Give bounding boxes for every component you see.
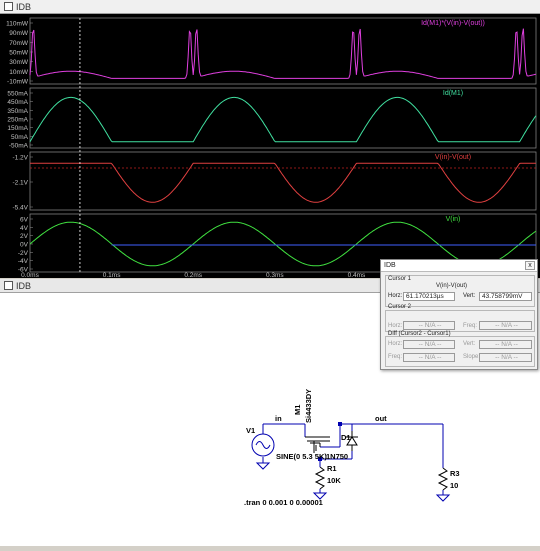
diff-freq-field: -- N/A -- (403, 353, 455, 362)
waveform-window-icon (4, 2, 13, 11)
cursor-window-titlebar[interactable]: IDB x (381, 260, 537, 272)
waveform-svg[interactable]: 110mW 90mW 70mW 50mW 30mW 10mW -10mW Id(M1)*(V(… (0, 14, 540, 279)
diff-vert-label: Vert: (463, 341, 476, 347)
net-label-in[interactable]: in (275, 414, 282, 423)
diff-slope-label: Slope: (463, 354, 481, 360)
diff-horz-label: Horz: (388, 341, 403, 347)
cursor1-group-label: Cursor 1 (388, 276, 412, 282)
waveform-title: IDB (16, 1, 32, 12)
y-tick-label: 50mA (11, 134, 29, 141)
ground-symbol-v1 (255, 462, 271, 470)
cursor1-horz-label: Horz: (388, 293, 403, 299)
cursor2-freq-label: Freq: (463, 323, 478, 329)
schematic-window-icon (4, 281, 13, 290)
trace-name-label: V(in)-V(out) (435, 154, 471, 161)
cursor2-horz-label: Horz: (388, 323, 403, 329)
waveform-titlebar[interactable]: IDB (0, 0, 540, 14)
y-tick-label: 550mA (7, 91, 28, 98)
v1-source-symbol[interactable] (251, 433, 275, 457)
tran-directive[interactable]: .tran 0 0.001 0 0.00001 (244, 498, 323, 507)
r3-resistor-symbol[interactable] (437, 467, 449, 491)
cursor-readout-window[interactable]: IDB x Cursor 1 V(in)-V(out) Horz: 61.170… (380, 259, 538, 370)
cursor2-group-label: Cursor 2 (388, 304, 412, 310)
cursor2-horz-field: -- N/A -- (403, 321, 455, 330)
y-tick-label: 70mW (9, 40, 29, 47)
x-tick-label: 0.3ms (266, 272, 284, 278)
y-tick-label: 450mA (7, 99, 28, 106)
net-label-out[interactable]: out (375, 414, 387, 423)
r1-value-label[interactable]: 10K (327, 476, 341, 485)
y-tick-label: -2.1V (12, 180, 28, 187)
r3-value-label[interactable]: 10 (450, 481, 458, 490)
trace-name-label: Id(M1) (443, 90, 463, 97)
m1-model-label[interactable]: Si4433DY (304, 389, 313, 423)
d1-model-label[interactable]: 1N750 (326, 452, 348, 461)
y-tick-label: 2V (20, 233, 29, 240)
ground-symbol-r3 (435, 494, 451, 502)
y-tick-label: -4V (18, 258, 29, 265)
y-tick-label: 10mW (9, 69, 29, 76)
y-tick-label: -2V (18, 250, 29, 257)
d1-label[interactable]: D1 (341, 433, 351, 442)
diff-slope-field: -- N/A -- (479, 353, 532, 362)
y-tick-label: -10mW (7, 79, 29, 86)
y-tick-label: 110mW (6, 21, 29, 28)
schematic-title: IDB (16, 280, 32, 291)
y-tick-label: -5.4V (12, 205, 28, 212)
diff-group-label: Diff (Cursor2 - Cursor1) (388, 331, 451, 337)
pane-frame (29, 17, 537, 85)
y-tick-label: -1.2V (12, 155, 28, 162)
y-tick-label: 30mW (9, 59, 29, 66)
y-tick-label: 50mW (9, 50, 29, 57)
m1-mosfet-symbol[interactable] (305, 436, 330, 453)
cursor1-vert-label: Vert: (463, 293, 476, 299)
y-tick-label: -50mA (9, 143, 29, 150)
trace-name-label: V(in) (446, 216, 461, 223)
trace-name-label: Id(M1)*(V(in)-V(out)) (421, 20, 485, 27)
waveform-plot-area[interactable]: 110mW 90mW 70mW 50mW 30mW 10mW -10mW Id(M1)*(V(… (0, 14, 540, 279)
r1-resistor-symbol[interactable] (314, 466, 326, 490)
x-tick-label: 0.4ms (348, 272, 366, 278)
y-tick-label: 0V (20, 242, 29, 249)
cursor1-trace-name: V(in)-V(out) (436, 283, 468, 289)
v1-label[interactable]: V1 (246, 426, 255, 435)
waveform-trace-1 (29, 96, 537, 143)
waveform-trace-0 (29, 28, 537, 79)
diff-horz-field: -- N/A -- (403, 340, 455, 349)
cursor2-freq-field: -- N/A -- (479, 321, 532, 330)
v1-value-label[interactable]: SINE(0 5.3 5K) (276, 452, 327, 461)
cursor1-vert-field[interactable]: 43.758799mV (479, 292, 532, 301)
close-icon[interactable]: x (525, 261, 535, 270)
diff-freq-label: Freq: (388, 354, 403, 360)
x-tick-label: 0.2ms (184, 272, 202, 278)
r1-label[interactable]: R1 (327, 464, 337, 473)
cursor-window-title: IDB (384, 262, 396, 269)
x-tick-label: 0.1ms (103, 272, 121, 278)
y-tick-label: 250mA (7, 117, 28, 124)
r3-label[interactable]: R3 (450, 469, 460, 478)
y-tick-label: 350mA (7, 108, 28, 115)
m1-label[interactable]: M1 (293, 405, 302, 415)
y-tick-label: 90mW (9, 30, 29, 37)
waveform-trace-2 (30, 162, 536, 203)
pane-frame (29, 87, 537, 149)
x-tick-label: 0.0ms (21, 272, 39, 278)
y-tick-label: 150mA (7, 125, 28, 132)
diff-vert-field: -- N/A -- (479, 340, 532, 349)
cursor1-horz-field[interactable]: 61.170213µs (403, 292, 455, 301)
y-tick-label: 6V (20, 217, 29, 224)
waveform-window: IDB 110mW 90mW 70mW 50mW 30mW 10mW -10mW Id(M1)… (0, 0, 540, 279)
y-tick-label: 4V (20, 225, 29, 232)
